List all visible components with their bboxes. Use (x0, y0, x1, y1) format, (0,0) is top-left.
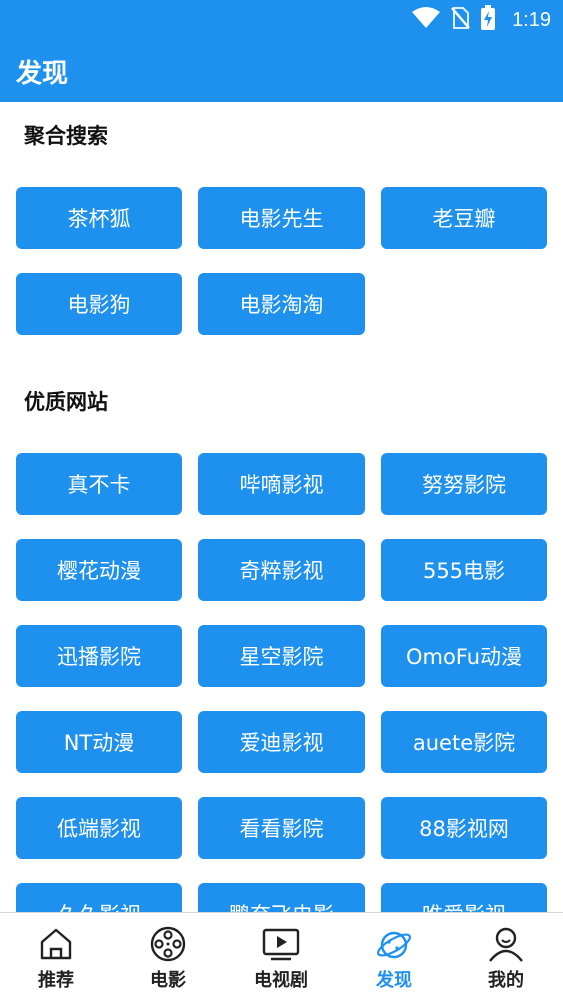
nav-label: 电影 (150, 970, 186, 991)
site-chip[interactable]: 电影先生 (198, 187, 365, 249)
site-chip[interactable]: 奇粹影视 (198, 539, 365, 601)
nav-item-tv[interactable]: 电视剧 (225, 913, 337, 1001)
site-chip[interactable]: 555电影 (381, 539, 547, 601)
quality-sites-grid: 真不卡 哔嘀影视 努努影院 樱花动漫 奇粹影视 555电影 迅播影院 星空影院 … (16, 453, 547, 912)
site-chip[interactable]: 星空影院 (198, 625, 365, 687)
status-bar: 1:19 (0, 0, 563, 40)
nav-label: 推荐 (38, 970, 74, 991)
site-chip[interactable]: 电影淘淘 (198, 273, 365, 335)
site-chip[interactable]: 迅播影院 (16, 625, 182, 687)
person-icon (487, 925, 525, 963)
page-title: 发现 (16, 59, 69, 89)
home-icon (37, 925, 75, 963)
site-chip[interactable]: NT动漫 (16, 711, 182, 773)
site-chip[interactable]: 努努影院 (381, 453, 547, 515)
site-chip[interactable]: 樱花动漫 (16, 539, 182, 601)
nav-label: 发现 (376, 970, 412, 991)
no-sim-icon (450, 6, 471, 34)
wifi-icon (412, 7, 441, 33)
aggregate-search-grid: 茶杯狐 电影先生 老豆瓣 电影狗 电影淘淘 (16, 187, 547, 335)
site-chip[interactable]: auete影院 (381, 711, 547, 773)
site-chip[interactable]: 爱迪影视 (198, 711, 365, 773)
nav-item-discover[interactable]: 发现 (338, 913, 450, 1001)
status-time: 1:19 (512, 8, 551, 31)
site-chip[interactable]: 茶杯狐 (16, 187, 182, 249)
nav-item-movie[interactable]: 电影 (112, 913, 224, 1001)
site-chip[interactable]: 88影视网 (381, 797, 547, 859)
site-chip[interactable]: 低端影视 (16, 797, 182, 859)
discover-content[interactable]: 聚合搜索 茶杯狐 电影先生 老豆瓣 电影狗 电影淘淘 优质网站 真不卡 哔嘀影视… (0, 102, 563, 912)
planet-icon (375, 925, 413, 963)
section-title-aggregate-search: 聚合搜索 (24, 124, 108, 148)
battery-charging-icon (480, 5, 496, 35)
nav-item-mine[interactable]: 我的 (450, 913, 562, 1001)
app-bar: 发现 (0, 40, 563, 102)
nav-item-recommend[interactable]: 推荐 (0, 913, 112, 1001)
site-chip[interactable]: 鹏奈飞电影 (198, 883, 365, 912)
tv-icon (262, 925, 300, 963)
film-reel-icon (149, 925, 187, 963)
site-chip[interactable]: 看看影院 (198, 797, 365, 859)
bottom-nav: 推荐 电影 电视剧 发现 我的 (0, 912, 563, 1001)
site-chip[interactable]: 老豆瓣 (381, 187, 547, 249)
section-title-quality-sites: 优质网站 (24, 390, 108, 414)
nav-label: 电视剧 (254, 970, 308, 991)
site-chip[interactable]: 久久影视 (16, 883, 182, 912)
site-chip[interactable]: 电影狗 (16, 273, 182, 335)
site-chip[interactable]: 唯爱影视 (381, 883, 547, 912)
status-icons: 1:19 (412, 5, 551, 35)
site-chip[interactable]: 真不卡 (16, 453, 182, 515)
nav-label: 我的 (488, 970, 524, 991)
site-chip[interactable]: 哔嘀影视 (198, 453, 365, 515)
site-chip[interactable]: OmoFu动漫 (381, 625, 547, 687)
